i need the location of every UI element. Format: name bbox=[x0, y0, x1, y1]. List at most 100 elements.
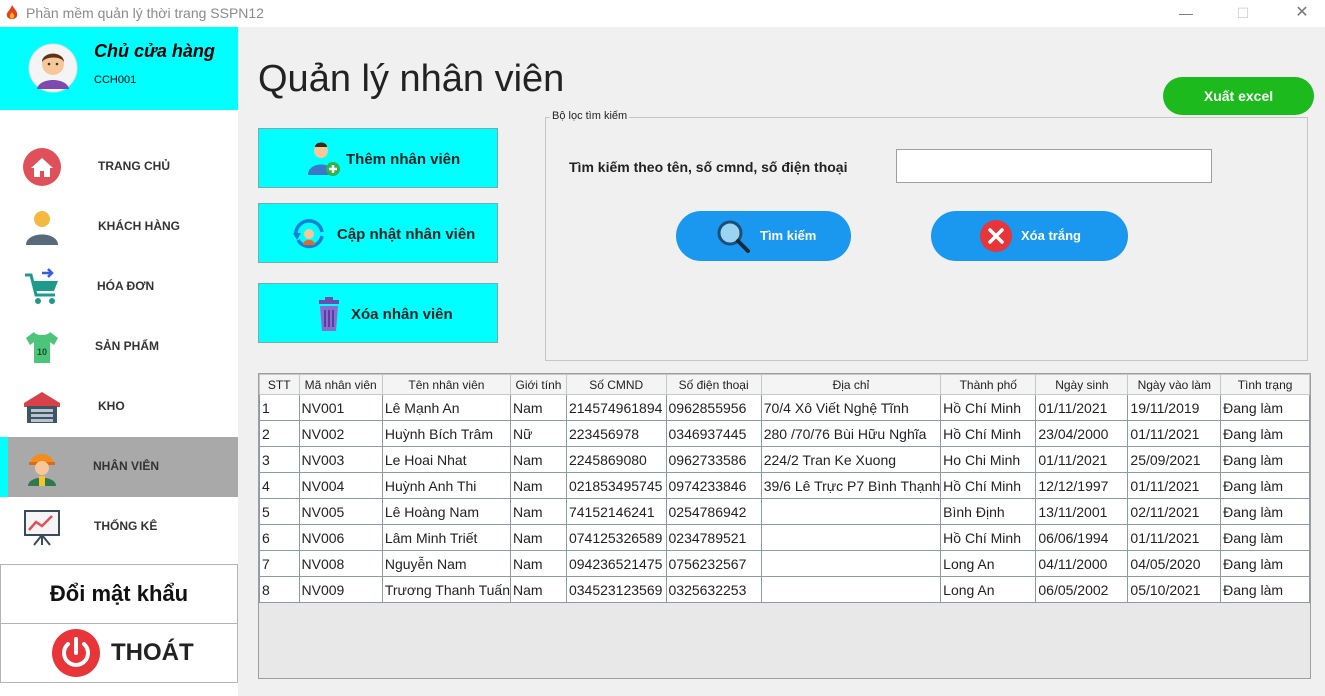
nav-item-kho[interactable]: KHO bbox=[0, 377, 238, 437]
customer-icon bbox=[26, 211, 58, 245]
table-cell: 04/11/2000 bbox=[1035, 550, 1129, 577]
table-cell: 2245869080 bbox=[565, 446, 667, 473]
table-header-row: STT Mã nhân viên Tên nhân viên Giới tính Số … bbox=[259, 374, 1310, 395]
nav-label: TRANG CHỦ bbox=[98, 159, 170, 173]
table-cell: Hồ Chí Minh bbox=[940, 472, 1037, 499]
delete-employee-button[interactable]: Xóa nhân viên bbox=[258, 283, 498, 343]
table-cell: 224/2 Tran Ke Xuong bbox=[760, 446, 942, 473]
exit-button[interactable]: THOÁT bbox=[0, 623, 238, 683]
table-cell: NV003 bbox=[298, 446, 383, 473]
table-cell: Nam bbox=[510, 524, 567, 551]
table-cell: 74152146241 bbox=[565, 498, 667, 525]
table-cell: Đang làm bbox=[1220, 394, 1310, 421]
column-header[interactable]: Thành phố bbox=[940, 374, 1037, 395]
shirt-icon: 10 bbox=[26, 332, 58, 363]
column-header[interactable]: Địa chỉ bbox=[760, 374, 942, 395]
add-user-icon bbox=[308, 142, 340, 176]
cart-icon bbox=[25, 268, 58, 304]
column-header[interactable]: STT bbox=[259, 374, 300, 395]
table-cell: Huỳnh Anh Thi bbox=[381, 472, 512, 499]
table-cell: 06/06/1994 bbox=[1035, 524, 1129, 551]
table-cell: NV004 bbox=[298, 472, 383, 499]
close-button[interactable]: ✕ bbox=[1279, 0, 1325, 27]
nav-item-khach-hang[interactable]: KHÁCH HÀNG bbox=[0, 197, 238, 257]
table-cell: Đang làm bbox=[1220, 420, 1310, 447]
column-header[interactable]: Giới tính bbox=[510, 374, 567, 395]
table-cell: 04/05/2020 bbox=[1127, 550, 1222, 577]
nav-item-nhan-vien[interactable]: NHÂN VIÊN bbox=[0, 437, 238, 497]
table-row[interactable]: 2 NV002 Huỳnh Bích Trâm Nữ 223456978 03469374… bbox=[259, 420, 1310, 447]
table-cell: 0756232567 bbox=[665, 550, 762, 577]
table-cell: 01/11/2021 bbox=[1035, 446, 1129, 473]
change-password-button[interactable]: Đổi mật khẩu bbox=[0, 564, 238, 624]
table-cell: Nguyễn Nam bbox=[381, 550, 512, 577]
table-cell: Long An bbox=[940, 576, 1037, 603]
table-cell: 0346937445 bbox=[665, 420, 762, 447]
column-header[interactable]: Số CMND bbox=[565, 374, 667, 395]
nav-item-hoa-don[interactable]: HÓA ĐƠN bbox=[0, 257, 238, 317]
table-cell: Nam bbox=[510, 576, 567, 603]
page-title: Quản lý nhân viên bbox=[258, 58, 565, 100]
sidebar: Chủ cửa hàng CCH001 TRANG CHỦ KHÁCH HÀNG… bbox=[0, 27, 238, 696]
table-cell: 05/10/2021 bbox=[1127, 576, 1222, 603]
table-row[interactable]: 3 NV003 Le Hoai Nhat Nam 2245869080 096273358… bbox=[259, 446, 1310, 473]
minimize-button[interactable]: — bbox=[1163, 0, 1209, 27]
table-cell: 0962855956 bbox=[665, 394, 762, 421]
table-cell: 3 bbox=[259, 446, 300, 473]
table-row[interactable]: 6 NV006 Lâm Minh Triết Nam 074125326589 02347… bbox=[259, 524, 1310, 551]
table-cell: 39/6 Lê Trực P7 Bình Thạnh bbox=[760, 472, 942, 499]
table-row[interactable]: 8 NV009 Trương Thanh Tuấn Nam 034523123569 03… bbox=[259, 576, 1310, 603]
table-cell: Đang làm bbox=[1220, 446, 1310, 473]
table-cell bbox=[760, 524, 942, 551]
table-cell: 01/11/2021 bbox=[1127, 524, 1222, 551]
column-header[interactable]: Số điện thoại bbox=[665, 374, 762, 395]
table-cell: Bình Định bbox=[940, 498, 1037, 525]
table-cell: Đang làm bbox=[1220, 524, 1310, 551]
add-employee-button[interactable]: Thêm nhân viên bbox=[258, 128, 498, 188]
table-row[interactable]: 7 NV008 Nguyễn Nam Nam 094236521475 075623256… bbox=[259, 550, 1310, 577]
table-cell: 074125326589 bbox=[565, 524, 667, 551]
table-cell: 2 bbox=[259, 420, 300, 447]
column-header[interactable]: Ngày vào làm bbox=[1127, 374, 1222, 395]
delete-employee-label: Xóa nhân viên bbox=[351, 306, 453, 323]
column-header[interactable]: Tên nhân viên bbox=[381, 374, 512, 395]
window-title: Phần mềm quản lý thời trang SSPN12 bbox=[26, 5, 264, 21]
table-cell: 5 bbox=[259, 498, 300, 525]
avatar bbox=[28, 43, 78, 93]
clear-x-icon bbox=[980, 220, 1012, 252]
table-cell: 0254786942 bbox=[665, 498, 762, 525]
column-header[interactable]: Ngày sinh bbox=[1035, 374, 1129, 395]
table-cell: Ho Chi Minh bbox=[940, 446, 1037, 473]
nav-label: KHÁCH HÀNG bbox=[98, 219, 180, 233]
table-row[interactable]: 1 NV001 Lê Mạnh An Nam 214574961894 096285595… bbox=[259, 394, 1310, 421]
user-role: Chủ cửa hàng bbox=[94, 41, 215, 61]
update-employee-button[interactable]: Cập nhật nhân viên bbox=[258, 203, 498, 263]
table-cell: 0974233846 bbox=[665, 472, 762, 499]
export-excel-button[interactable]: Xuất excel bbox=[1163, 77, 1314, 115]
clear-button[interactable]: Xóa trắng bbox=[931, 211, 1128, 261]
column-header[interactable]: Tình trạng bbox=[1220, 374, 1310, 395]
table-row[interactable]: 5 NV005 Lê Hoàng Nam Nam 74152146241 02547869… bbox=[259, 498, 1310, 525]
table-cell: Nam bbox=[510, 394, 567, 421]
table-cell: 0234789521 bbox=[665, 524, 762, 551]
svg-text:10: 10 bbox=[37, 347, 47, 357]
maximize-button[interactable]: ☐ bbox=[1220, 0, 1266, 27]
search-button[interactable]: Tìm kiếm bbox=[676, 211, 851, 261]
table-cell: Lê Mạnh An bbox=[381, 394, 512, 421]
table-cell: Nữ bbox=[510, 420, 567, 447]
table-row[interactable]: 4 NV004 Huỳnh Anh Thi Nam 021853495745 097423… bbox=[259, 472, 1310, 499]
nav-item-trang-chu[interactable]: TRANG CHỦ bbox=[0, 137, 238, 197]
column-header[interactable]: Mã nhân viên bbox=[298, 374, 383, 395]
nav-label: NHÂN VIÊN bbox=[93, 459, 160, 473]
table-cell: 13/11/2001 bbox=[1035, 498, 1129, 525]
nav-item-san-pham[interactable]: 10 SẢN PHẨM bbox=[0, 317, 238, 377]
table-cell: 12/12/1997 bbox=[1035, 472, 1129, 499]
table-cell: 6 bbox=[259, 524, 300, 551]
search-input[interactable] bbox=[896, 149, 1212, 183]
nav-label: HÓA ĐƠN bbox=[97, 279, 155, 293]
employee-table-container: STT Mã nhân viên Tên nhân viên Giới tính Số … bbox=[258, 373, 1311, 679]
nav-item-thong-ke[interactable]: THỐNG KÊ bbox=[0, 497, 238, 557]
flame-icon bbox=[6, 5, 18, 19]
table-cell: 1 bbox=[259, 394, 300, 421]
update-employee-label: Cập nhật nhân viên bbox=[337, 226, 476, 243]
